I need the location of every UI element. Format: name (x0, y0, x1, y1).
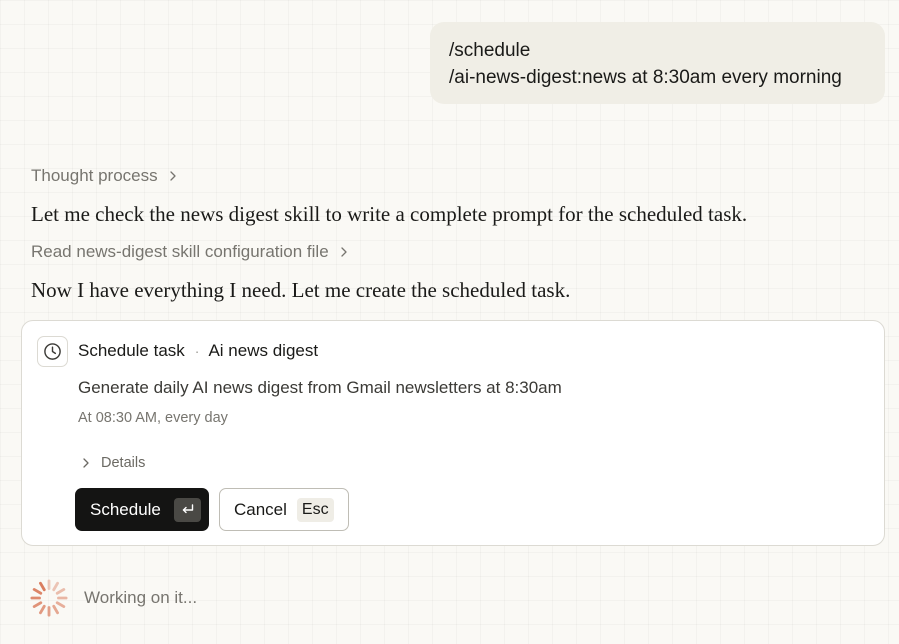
spinner-spoke (32, 588, 43, 595)
tool-read-toggle[interactable]: Read news-digest skill configuration fil… (31, 242, 350, 262)
tool-read-label: Read news-digest skill configuration fil… (31, 242, 329, 261)
user-message-line-1: /schedule (449, 40, 531, 61)
spinner-spoke (52, 604, 59, 615)
cancel-button[interactable]: Cancel Esc (219, 488, 349, 531)
spinner-spoke (39, 581, 46, 592)
task-description: Generate daily AI news digest from Gmail… (78, 378, 562, 397)
return-key-icon (174, 497, 201, 522)
details-toggle[interactable]: Details (80, 455, 145, 471)
spinner-spoke (32, 601, 43, 608)
user-message-line-2: /ai-news-digest:news at 8:30am every mor… (449, 67, 842, 88)
user-message-bubble: /schedule /ai-news-digest:news at 8:30am… (430, 22, 885, 104)
card-header: Schedule task · Ai news digest (78, 341, 318, 361)
cancel-button-label: Cancel (234, 499, 287, 519)
assistant-message: Now I have everything I need. Let me cre… (31, 278, 571, 302)
card-title: Schedule task (78, 341, 185, 360)
schedule-button[interactable]: Schedule (75, 488, 209, 531)
chevron-right-icon (338, 246, 350, 258)
task-schedule-text: At 08:30 AM, every day (78, 410, 228, 426)
schedule-task-card: Schedule task · Ai news digest Generate … (21, 320, 885, 546)
schedule-button-label: Schedule (90, 499, 161, 519)
clock-icon (37, 336, 68, 367)
spinner-icon (30, 579, 68, 617)
spinner-spoke (52, 581, 59, 592)
title-separator: · (194, 343, 200, 359)
thought-process-label: Thought process (31, 166, 158, 185)
spinner-spoke (55, 588, 66, 595)
working-status-text: Working on it... (84, 588, 198, 607)
esc-key-hint: Esc (296, 497, 334, 522)
task-name: Ai news digest (208, 341, 319, 360)
assistant-message: Let me check the news digest skill to wr… (31, 202, 748, 226)
thought-process-toggle[interactable]: Thought process (31, 166, 179, 186)
chevron-right-icon (80, 457, 92, 469)
spinner-spoke (39, 604, 46, 615)
details-label: Details (101, 455, 146, 471)
chevron-right-icon (167, 170, 179, 182)
working-status: Working on it... (30, 579, 197, 617)
spinner-spoke (55, 601, 66, 608)
